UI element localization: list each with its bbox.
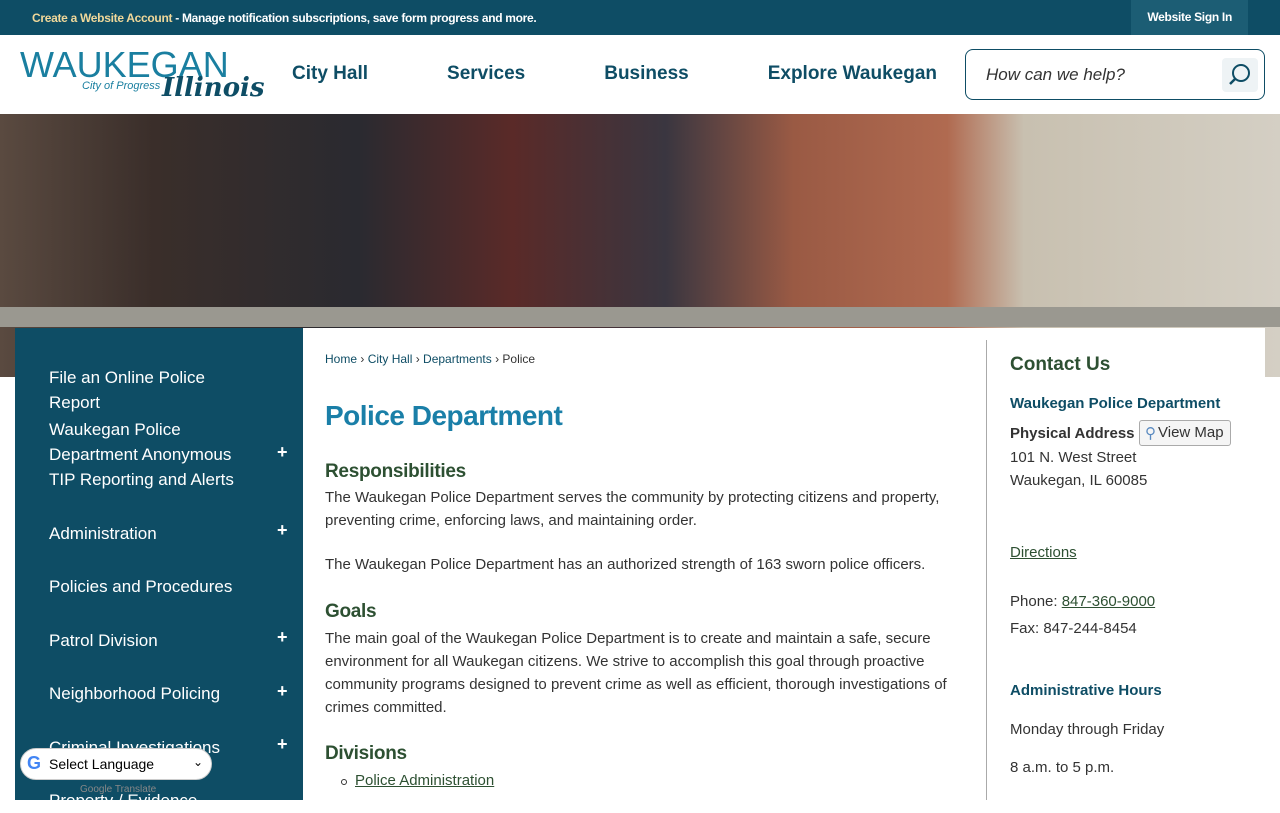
paragraph: The main goal of the Waukegan Police Dep… [325,630,947,716]
sidebar-item-neighborhood[interactable]: Neighborhood Policing [49,681,259,706]
google-translate-credit: Google Translate [80,784,157,795]
fax: Fax: 847-244-8454 [1010,620,1137,637]
contact-dept: Waukegan Police Department [1010,395,1221,412]
logo[interactable]: WAUKEGAN City of Progress Illinois [20,47,265,107]
expand-icon[interactable]: + [277,520,288,541]
phone-label: Phone: [1010,593,1062,610]
heading-divisions: Divisions [325,743,407,764]
address-line2: Waukegan, IL 60085 [1010,472,1148,489]
sidebar-item-patrol[interactable]: Patrol Division [49,628,259,653]
crumb-sep: › [412,352,424,366]
language-select[interactable]: G Select Language ⌄ [20,748,212,780]
contact-title: Contact Us [1010,354,1111,375]
crumb-city-hall[interactable]: City Hall [368,352,413,366]
create-account-link[interactable]: Create a Website Account [32,11,172,25]
heading-responsibilities: Responsibilities [325,461,466,482]
crumb-sep: › [357,352,368,366]
main-nav: City Hall Services Business Explore Wauk… [292,63,1016,85]
paragraph: The Waukegan Police Department serves th… [325,489,940,529]
bullet [341,779,347,785]
language-label: Select Language [49,756,155,772]
main-content: Home › City Hall › Departments › Police … [303,328,1265,800]
nav-business[interactable]: Business [604,63,688,85]
hours-time: 8 a.m. to 5 p.m. [1010,759,1115,776]
expand-icon[interactable]: + [277,627,288,648]
heading-goals: Goals [325,601,377,622]
hours-days: Monday through Friday [1010,721,1165,738]
top-bar: Create a Website Account - Manage notifi… [0,0,1280,35]
page-title: Police Department [325,400,563,431]
crumb-sep: › [491,352,503,366]
breadcrumb: Home › City Hall › Departments › Police [325,352,535,366]
phone-link[interactable]: 847-360-9000 [1062,593,1155,610]
hours-title: Administrative Hours [1010,682,1162,699]
expand-icon[interactable]: + [277,681,288,702]
header: WAUKEGAN City of Progress Illinois City … [0,35,1280,114]
chevron-down-icon: ⌄ [192,755,203,769]
view-map-button[interactable]: ⚲ View Map [1139,420,1231,446]
view-map-label: View Map [1158,424,1224,441]
sidebar-item-policies[interactable]: Policies and Procedures [49,574,259,599]
address-line1: 101 N. West Street [1010,449,1137,466]
search-placeholder: How can we help? [986,64,1125,84]
search-button[interactable] [1222,58,1258,92]
topbar-message: - Manage notification subscriptions, sav… [172,10,537,25]
address-label: Physical Address [1010,425,1135,442]
link-police-administration[interactable]: Police Administration [355,772,494,789]
nav-city-hall[interactable]: City Hall [292,63,368,85]
google-icon: G [27,753,42,773]
crumb-home[interactable]: Home [325,352,357,366]
sign-in-button[interactable]: Website Sign In [1131,0,1248,35]
crumb-current: Police [502,352,536,366]
map-pin-icon: ⚲ [1145,425,1156,442]
crumb-departments[interactable]: Departments [423,352,492,366]
nav-services[interactable]: Services [447,63,525,85]
expand-icon[interactable]: + [277,734,288,755]
sidebar: File an Online Police Report Waukegan Po… [15,328,303,810]
sidebar-item-administration[interactable]: Administration [49,521,259,546]
directions-link[interactable]: Directions [1010,544,1077,561]
divider [986,340,987,800]
logo-tagline: City of Progress [82,80,161,92]
search-icon [1229,64,1250,85]
paragraph: The Waukegan Police Department has an au… [325,556,926,573]
sidebar-item-online-report[interactable]: File an Online Police Report [49,365,259,415]
nav-explore[interactable]: Explore Waukegan [768,63,937,85]
search-input[interactable]: How can we help? [965,49,1265,100]
logo-state: Illinois [162,73,265,103]
sidebar-item-tip-reporting[interactable]: Waukegan Police Department Anonymous TIP… [49,417,259,492]
expand-icon[interactable]: + [277,442,288,463]
